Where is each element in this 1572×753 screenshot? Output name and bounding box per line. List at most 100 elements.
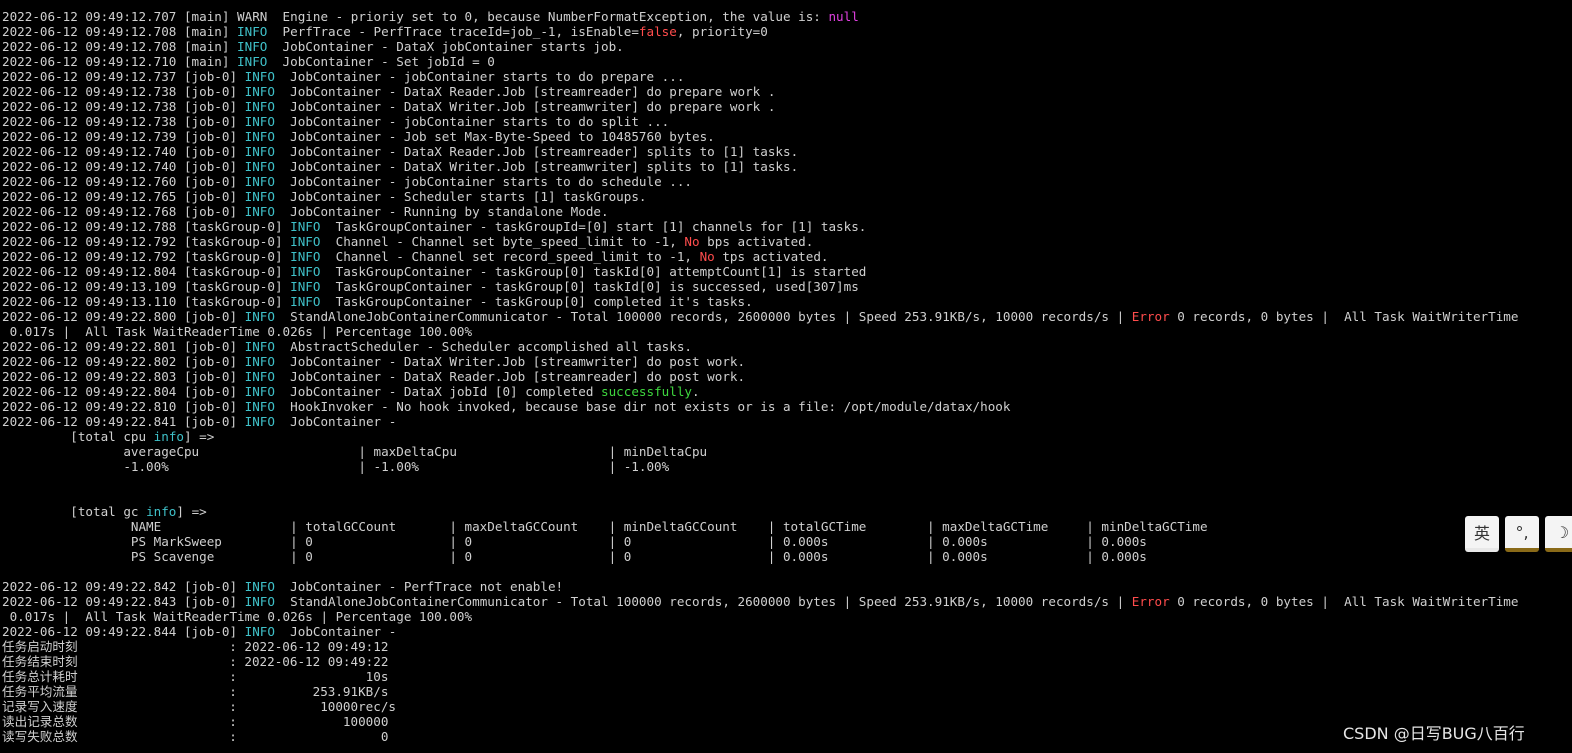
terminal-text: INFO [237,39,268,54]
terminal-text: 2022-06-12 09:49:12.710 [main] [2,54,238,69]
terminal-text: 2022-06-12 09:49:22.842 [job-0] [2,579,245,594]
terminal-text: tps activated. [714,249,829,264]
terminal-text: 2022-06-12 09:49:12.804 [taskGroup-0] [2,264,291,279]
terminal-text: INFO [290,294,321,309]
terminal-text: JobContainer - PerfTrace not enable! [274,579,564,594]
terminal-line: 2022-06-12 09:49:22.803 [job-0] INFO Job… [2,369,1572,384]
terminal-output[interactable]: 2022-06-12 09:49:12.707 [main] WARN Engi… [2,9,1572,744]
terminal-text: . [692,384,700,399]
terminal-line: 2022-06-12 09:49:22.842 [job-0] INFO Job… [2,579,1572,594]
terminal-text: INFO [244,414,275,429]
terminal-text: StandAloneJobContainerCommunicator - Tot… [274,309,1132,324]
terminal-text: ] => [176,504,207,519]
punctuation-icon: °, [1515,522,1529,542]
terminal-text: 任务平均流量 : 253.91KB/s [2,684,389,699]
terminal-text: INFO [244,309,275,324]
terminal-text: INFO [244,84,275,99]
terminal-text: JobContainer - DataX Reader.Job [streamr… [274,144,799,159]
terminal-line: 2022-06-12 09:49:12.740 [job-0] INFO Job… [2,159,1572,174]
terminal-line: 2022-06-12 09:49:22.802 [job-0] INFO Job… [2,354,1572,369]
terminal-line: 2022-06-12 09:49:13.109 [taskGroup-0] IN… [2,279,1572,294]
terminal-text: 0 records, 0 bytes | All Task WaitWriter… [1169,594,1519,609]
terminal-text: 2022-06-12 09:49:22.802 [job-0] [2,354,245,369]
terminal-text: 2022-06-12 09:49:22.844 [job-0] [2,624,245,639]
terminal-line: 2022-06-12 09:49:12.738 [job-0] INFO Job… [2,84,1572,99]
terminal-text: JobContainer - Scheduler starts [1] task… [274,189,647,204]
terminal-text: ] => [184,429,215,444]
terminal-text: 2022-06-12 09:49:12.760 [job-0] [2,174,245,189]
ime-mode-button[interactable]: ☽ [1545,516,1572,552]
terminal-text: JobContainer - jobContainer starts to do… [274,69,685,84]
ime-language-button[interactable]: 英 [1465,516,1499,552]
terminal-text: 0.017s | All Task WaitReaderTime 0.026s … [2,609,473,624]
terminal-line: 2022-06-12 09:49:12.740 [job-0] INFO Job… [2,144,1572,159]
terminal-text: INFO [244,354,275,369]
terminal-text: INFO [244,114,275,129]
terminal-text: PS MarkSweep | 0 | 0 | 0 | 0.000s | 0.00… [2,534,1147,549]
terminal-text: Channel - Channel set record_speed_limit… [320,249,700,264]
terminal-text: JobContainer - DataX jobId [0] completed [274,384,602,399]
terminal-text: 读出记录总数 : 100000 [2,714,389,729]
terminal-text: info [146,504,177,519]
terminal-text: INFO [237,24,268,39]
terminal-line: 2022-06-12 09:49:22.804 [job-0] INFO Job… [2,384,1572,399]
terminal-text: 2022-06-12 09:49:12.792 [taskGroup-0] [2,249,291,264]
terminal-text: JobContainer - DataX Writer.Job [streamw… [274,99,776,114]
terminal-text: TaskGroupContainer - taskGroup[0] taskId… [320,264,867,279]
terminal-text: INFO [290,264,321,279]
terminal-text: Error [1131,594,1170,609]
terminal-text: TaskGroupContainer - taskGroup[0] taskId… [320,279,859,294]
ime-toolbar: 英 °, ☽ [1465,516,1572,556]
terminal-text: 2022-06-12 09:49:12.738 [job-0] [2,84,245,99]
terminal-text: 2022-06-12 09:49:13.109 [taskGroup-0] [2,279,291,294]
terminal-line: averageCpu | maxDeltaCpu | minDeltaCpu [2,444,1572,459]
terminal-text: INFO [244,369,275,384]
terminal-text: 记录写入速度 : 10000rec/s [2,699,397,714]
terminal-line: 2022-06-12 09:49:12.768 [job-0] INFO Job… [2,204,1572,219]
terminal-line: 2022-06-12 09:49:12.765 [job-0] INFO Job… [2,189,1572,204]
terminal-text: null [828,9,859,24]
terminal-text: INFO [290,219,321,234]
terminal-text: INFO [244,579,275,594]
terminal-text: Channel - Channel set byte_speed_limit t… [320,234,685,249]
terminal-text: INFO [290,234,321,249]
ime-punctuation-button[interactable]: °, [1505,516,1539,552]
terminal-text: 2022-06-12 09:49:12.788 [taskGroup-0] [2,219,291,234]
terminal-text: false [638,24,677,39]
terminal-text: JobContainer - jobContainer starts to do… [274,114,670,129]
terminal-text: JobContainer - DataX Writer.Job [streamw… [274,354,746,369]
terminal-text: 2022-06-12 09:49:22.810 [job-0] [2,399,245,414]
terminal-text: 2022-06-12 09:49:12.792 [taskGroup-0] [2,234,291,249]
csdn-watermark: CSDN @日写BUG八百行 [1343,724,1525,743]
terminal-text: averageCpu | maxDeltaCpu | minDeltaCpu [2,444,708,459]
terminal-line: 2022-06-12 09:49:12.708 [main] INFO JobC… [2,39,1572,54]
moon-icon: ☽ [1554,522,1570,542]
terminal-text: 2022-06-12 09:49:12.740 [job-0] [2,144,245,159]
terminal-text: INFO [244,129,275,144]
terminal-line: 任务平均流量 : 253.91KB/s [2,684,1572,699]
terminal-text: 任务结束时刻 : 2022-06-12 09:49:22 [2,654,389,669]
terminal-text: 2022-06-12 09:49:12.708 [main] [2,24,238,39]
terminal-text: JobContainer - DataX Writer.Job [streamw… [274,159,799,174]
ime-language-label: 英 [1473,524,1490,543]
terminal-text: 0.017s | All Task WaitReaderTime 0.026s … [2,324,473,339]
terminal-line: 2022-06-12 09:49:12.804 [taskGroup-0] IN… [2,264,1572,279]
terminal-text: JobContainer - Job set Max-Byte-Speed to… [274,129,715,144]
terminal-text: JobContainer - [274,414,397,429]
terminal-text: INFO [244,69,275,84]
terminal-line: 任务总计耗时 : 10s [2,669,1572,684]
terminal-text: PS Scavenge | 0 | 0 | 0 | 0.000s | 0.000… [2,549,1147,564]
terminal-line: 2022-06-12 09:49:12.738 [job-0] INFO Job… [2,99,1572,114]
terminal-text: JobContainer - Set jobId = 0 [267,54,495,69]
terminal-line: 2022-06-12 09:49:12.788 [taskGroup-0] IN… [2,219,1572,234]
terminal-line: 读写失败总数 : 0 [2,729,1572,744]
terminal-text: successfully [601,384,693,399]
terminal-line: 2022-06-12 09:49:13.110 [taskGroup-0] IN… [2,294,1572,309]
terminal-text: [total gc [2,504,147,519]
terminal-text: PerfTrace - PerfTrace traceId=job_-1, is… [267,24,639,39]
terminal-text: 0 records, 0 bytes | All Task WaitWriter… [1169,309,1519,324]
terminal-line: 2022-06-12 09:49:22.844 [job-0] INFO Job… [2,624,1572,639]
terminal-text: TaskGroupContainer - taskGroupId=[0] sta… [320,219,867,234]
